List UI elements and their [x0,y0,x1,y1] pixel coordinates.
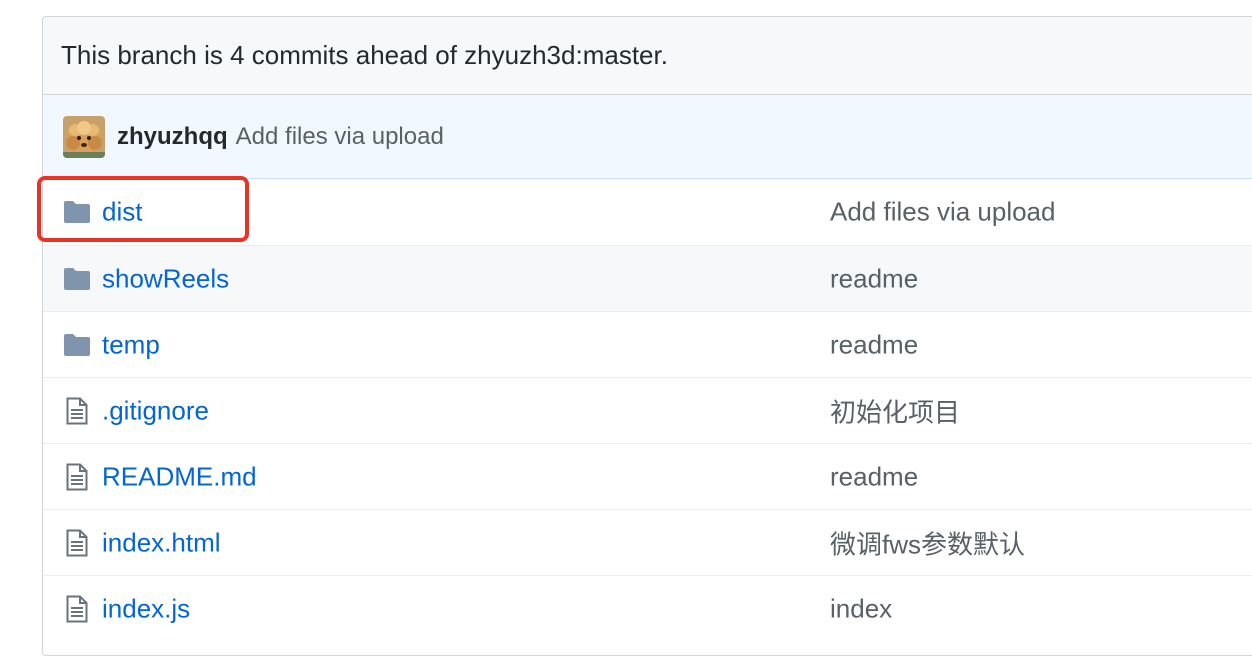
file-row-index-html[interactable]: index.html 微调fws参数默认 [43,509,1252,575]
file-text-icon [63,529,91,557]
latest-commit-bar: zhyuzhqq Add files via upload [43,95,1252,179]
file-text-icon [63,463,91,491]
avatar[interactable] [63,115,105,158]
file-name-link[interactable]: .gitignore [102,395,209,426]
file-commit-message[interactable]: readme [830,263,918,294]
folder-icon [63,198,91,226]
commit-message-link[interactable]: Add files via upload [236,123,444,151]
file-row-temp[interactable]: temp readme [43,311,1252,377]
file-name-link[interactable]: index.js [102,593,190,624]
folder-icon [63,265,91,293]
file-commit-message[interactable]: readme [830,461,918,492]
file-row-index-js[interactable]: index.js index [43,575,1252,641]
repo-file-browser: This branch is 4 commits ahead of zhyuzh… [42,16,1252,656]
branch-status-bar: This branch is 4 commits ahead of zhyuzh… [43,17,1252,95]
file-row-showreels[interactable]: showReels readme [43,245,1252,311]
file-name-link[interactable]: showReels [102,263,229,294]
file-commit-message[interactable]: Add files via upload [830,197,1055,228]
file-name-link[interactable]: temp [102,329,160,360]
file-commit-message[interactable]: readme [830,329,918,360]
file-name-link[interactable]: README.md [102,461,257,492]
folder-icon [63,331,91,359]
file-commit-message[interactable]: 初始化项目 [830,392,960,429]
file-text-icon [63,397,91,425]
file-commit-message[interactable]: index [830,593,892,624]
file-list: dist Add files via upload showReels read… [43,179,1252,641]
file-name-link[interactable]: index.html [102,527,221,558]
commit-author-link[interactable]: zhyuzhqq [117,123,228,151]
file-name-link[interactable]: dist [102,197,142,228]
file-row-readme[interactable]: README.md readme [43,443,1252,509]
file-commit-message[interactable]: 微调fws参数默认 [830,524,1025,561]
file-row-dist[interactable]: dist Add files via upload [43,179,1252,245]
branch-status-text: This branch is 4 commits ahead of zhyuzh… [61,40,668,70]
file-row-gitignore[interactable]: .gitignore 初始化项目 [43,377,1252,443]
file-text-icon [63,595,91,623]
